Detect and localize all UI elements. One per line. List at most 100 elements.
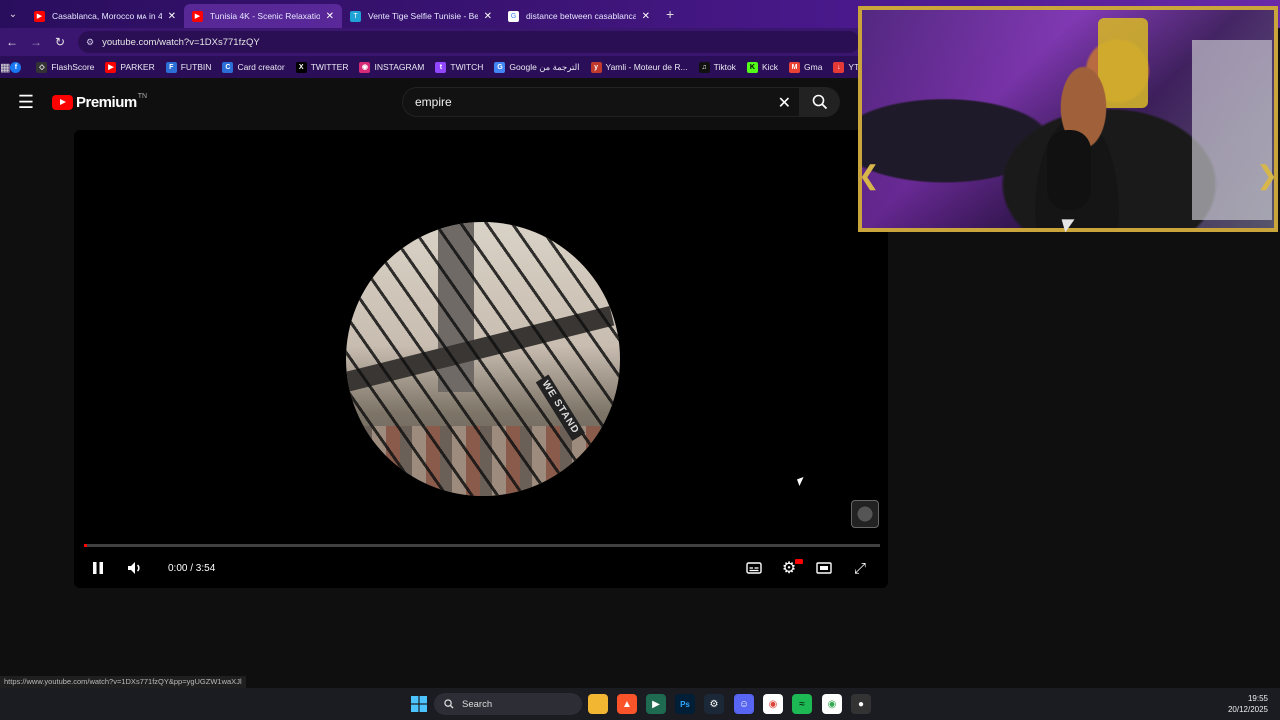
theater-mode-button[interactable] [814,554,834,582]
apps-grid-icon[interactable]: ▦ [0,61,10,74]
tab-casablanca[interactable]: ▶ Casablanca, Morocco ᴍᴀ in 4K ✕ [26,4,184,28]
taskbar-search[interactable]: Search [434,693,582,715]
tab-distance[interactable]: G distance between casablanca a ✕ [500,4,658,28]
clock-date: 20/12/2025 [1227,705,1268,714]
bookmark-label: Kick [761,62,778,72]
flashscore-icon: ◇ [36,61,48,73]
bookmark-label: TWITTER [310,62,349,72]
bookmark-label: Google الترجمة من [509,61,580,72]
volume-icon [128,562,140,574]
kick-icon: K [746,61,758,73]
settings-button[interactable]: ⚙ [779,554,803,582]
country-code: TN [137,92,148,100]
discord-icon[interactable]: ☺ [734,694,754,714]
close-icon[interactable]: ✕ [168,11,176,22]
close-icon[interactable]: ✕ [642,11,650,22]
reload-icon[interactable]: ↻ [48,35,72,49]
bookmark-futbin[interactable]: F FUTBIN [165,61,211,73]
x-icon: X [295,61,307,73]
pause-button[interactable] [88,554,108,582]
futbin-icon: F [165,61,177,73]
theater-mode-icon [816,562,832,574]
webcam-frame-logo-icon: ▼ [1053,212,1081,237]
steam-icon[interactable]: ⚙ [704,694,724,714]
bookmark-label: Yamli - Moteur de R... [605,62,688,72]
taskbar-clock[interactable]: 19:55 20/12/2025 [1228,693,1268,715]
bookmark-twitter[interactable]: X TWITTER [295,61,349,73]
youtube-logo-icon [52,94,73,110]
clock-time: 19:55 [1247,694,1268,703]
youtube-icon: ▶ [192,10,203,22]
progress-bar[interactable] [84,544,880,547]
chrome-profile-icon[interactable]: ◉ [822,694,842,714]
brave-browser-icon[interactable]: ▲ [617,694,637,714]
screen: ⌄ ▶ Casablanca, Morocco ᴍᴀ in 4K ✕ ▶ Tun… [0,0,1280,720]
yamli-icon: y [590,61,602,73]
site-info-icon[interactable]: ⚙ [86,37,94,48]
fullscreen-icon: ⤢ [853,559,866,577]
hamburger-menu-icon[interactable]: ☰ [0,92,52,113]
address-bar[interactable]: ⚙ youtube.com/watch?v=1DXs771fzQY [78,31,860,53]
new-tab-plus-icon[interactable]: + [666,6,674,22]
windows-taskbar: Search ▲ ▶ Ps ⚙ ☺ ◉ ≈ ◉ ● 19:55 20/12/20… [0,688,1280,720]
graffiti-stripes [346,222,620,496]
bookmark-instagram[interactable]: ◉ INSTAGRAM [359,61,425,73]
bookmark-label: Card creator [237,62,285,72]
subtitles-button[interactable] [744,554,764,582]
tab-search-chevron-icon[interactable]: ⌄ [0,0,26,28]
fullscreen-button[interactable]: ⤢ [850,554,870,582]
bookmark-parker[interactable]: ▶ PARKER [105,61,155,73]
tab-vente-tige[interactable]: T Vente Tige Selfie Tunisie - Best ✕ [342,4,500,28]
youtube-premium-logo[interactable]: Premium TN [52,92,148,111]
tiktok-icon: ♫ [698,61,710,73]
close-icon[interactable]: ✕ [484,11,492,22]
bookmark-twitch[interactable]: t TWITCH [435,61,484,73]
translate-icon: G [494,61,506,73]
bookmark-label: INSTAGRAM [374,62,425,72]
gmail-icon: M [789,61,800,73]
bookmark-gmail[interactable]: M Gma [789,61,822,73]
frame-right-arrow-icon: ❯ [1256,160,1278,190]
tab-title: Vente Tige Selfie Tunisie - Best [368,11,478,21]
app-green-icon[interactable]: ▶ [646,694,666,714]
tab-title: Tunisia 4K - Scenic Relaxation F [210,11,320,21]
forward-arrow-icon[interactable]: → [24,35,48,49]
file-explorer-icon[interactable] [588,694,608,714]
tab-title: distance between casablanca a [526,11,636,21]
bookmark-card-creator[interactable]: C Card creator [222,61,285,73]
windows-logo-icon [411,696,427,712]
bookmark-kick[interactable]: K Kick [746,61,778,73]
bookmark-yt-dw[interactable]: ↓YT DW [833,61,860,73]
subtitles-icon [746,562,762,574]
instagram-icon: ◉ [359,61,371,73]
channel-watermark[interactable] [851,500,879,528]
app-dark-icon[interactable]: ● [851,694,871,714]
address-url: youtube.com/watch?v=1DXs771fzQY [102,36,260,48]
bookmark-label: TWITCH [450,62,484,72]
windows-start-icon[interactable] [409,694,429,714]
link-status-url: https://www.youtube.com/watch?v=1DXs771f… [0,676,246,688]
chrome-icon[interactable]: ◉ [763,694,783,714]
back-arrow-icon[interactable]: ← [0,35,24,49]
video-player[interactable]: WE STAND 0:00 / 3:54 ⚙ ⤢ [74,130,888,588]
volume-button[interactable] [124,554,146,582]
search-button[interactable] [800,87,840,117]
twitch-icon: t [435,61,447,73]
bookmark-tiktok[interactable]: ♫ Tiktok [698,61,736,73]
bookmark-yamli[interactable]: y Yamli - Moteur de R... [590,61,688,73]
taskbar-search-label: Search [462,698,493,710]
tab-tunisia[interactable]: ▶ Tunisia 4K - Scenic Relaxation F ✕ [184,4,342,28]
google-icon: G [508,10,519,22]
bookmark-facebook[interactable]: f [10,61,25,73]
hd-badge [795,559,803,564]
bookmark-google-translate[interactable]: G Google الترجمة من [494,61,580,73]
photoshop-icon[interactable]: Ps [675,694,695,714]
search-input[interactable]: empire ✕ [402,87,800,117]
clear-search-icon[interactable]: ✕ [778,93,791,113]
close-icon[interactable]: ✕ [326,11,334,22]
card-icon: C [222,61,234,73]
spotify-icon[interactable]: ≈ [792,694,812,714]
video-artwork: WE STAND [346,222,620,496]
bookmark-flashscore[interactable]: ◇ FlashScore [36,61,94,73]
bookmark-label: Tiktok [713,62,736,72]
